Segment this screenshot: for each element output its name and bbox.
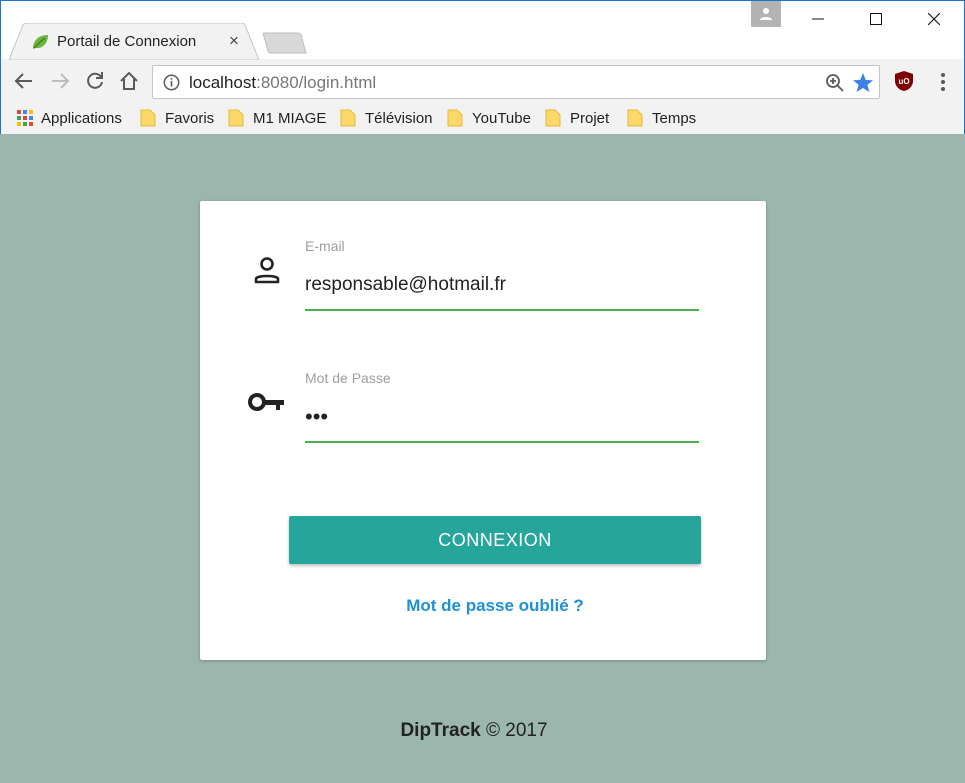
password-field[interactable] [305, 396, 699, 443]
email-field[interactable] [305, 264, 699, 311]
folder-icon [627, 109, 643, 127]
arrow-right-icon [52, 73, 70, 89]
svg-text:uO: uO [898, 77, 909, 86]
footer-copyright: © 2017 [486, 720, 548, 741]
folder-icon [545, 109, 561, 127]
back-button[interactable] [12, 69, 36, 93]
maximize-icon [870, 13, 882, 25]
bookmark-label: YouTube [472, 109, 531, 127]
email-label: E-mail [305, 238, 345, 254]
reload-icon [87, 72, 103, 89]
zoom-icon[interactable] [825, 73, 845, 93]
forgot-password-link[interactable]: Mot de passe oublié ? [200, 596, 790, 616]
folder-icon [340, 109, 356, 127]
close-icon [928, 13, 940, 25]
bookmark-label: Projet [570, 109, 610, 127]
folder-icon [228, 109, 244, 127]
bookmark-star-icon[interactable] [852, 72, 874, 94]
browser-toolbar: localhost:8080/login.html uO [1, 59, 964, 103]
leaf-favicon-icon [33, 35, 48, 49]
bookmark-projet[interactable]: Projet [545, 107, 609, 129]
bookmark-label: Télévision [365, 109, 433, 127]
footer-brand: DipTrack [400, 720, 481, 741]
minimize-icon [812, 18, 824, 20]
person-icon [254, 257, 280, 284]
bookmark-label: Favoris [165, 109, 215, 127]
folder-icon [140, 109, 156, 127]
url-host: localhost [189, 73, 257, 92]
forward-button[interactable] [48, 69, 72, 93]
home-icon [120, 71, 138, 90]
address-bar[interactable]: localhost:8080/login.html [152, 65, 880, 99]
profile-button[interactable] [751, 1, 781, 27]
tab-close-icon[interactable]: × [229, 31, 239, 51]
info-icon[interactable] [163, 74, 180, 91]
browser-chrome: Portail de Connexion × localhost:8080/lo… [0, 0, 965, 134]
tab-title: Portail de Connexion [57, 33, 197, 50]
bookmark-label: M1 MIAGE [253, 109, 327, 127]
bookmark-favoris[interactable]: Favoris [140, 107, 214, 129]
maximize-button[interactable] [847, 1, 905, 37]
home-button[interactable] [117, 69, 141, 93]
bookmark-temps[interactable]: Temps [627, 107, 696, 129]
page-footer: DipTrack © 2017 [0, 720, 948, 742]
url-path: :8080/login.html [256, 73, 377, 92]
title-bar: Portail de Connexion × [1, 1, 964, 60]
bookmark-youtube[interactable]: YouTube [447, 107, 531, 129]
folder-icon [447, 109, 463, 127]
browser-menu-icon[interactable] [931, 70, 955, 94]
url-text[interactable]: localhost:8080/login.html [189, 73, 376, 93]
new-tab-button[interactable] [263, 32, 307, 54]
arrow-left-icon [14, 73, 32, 89]
close-window-button[interactable] [905, 1, 963, 37]
bookmark-label: Applications [41, 109, 122, 127]
reload-button[interactable] [83, 69, 107, 93]
bookmark-applications[interactable]: Applications [17, 107, 122, 129]
bookmark-m1-miage[interactable]: M1 MIAGE [228, 107, 326, 129]
password-label: Mot de Passe [305, 370, 391, 386]
bookmarks-bar: Applications Favoris M1 MIAGE Télévision… [1, 103, 964, 135]
bookmark-label: Temps [652, 109, 697, 127]
person-icon [760, 8, 772, 20]
key-icon [248, 393, 284, 411]
login-card: E-mail Mot de Passe CONNEXION [200, 201, 766, 660]
bookmark-television[interactable]: Télévision [340, 107, 433, 129]
ublock-extension-icon[interactable]: uO [893, 70, 915, 92]
minimize-button[interactable] [789, 1, 847, 37]
apps-grid-icon [17, 110, 33, 126]
connexion-button[interactable]: CONNEXION [289, 516, 701, 564]
